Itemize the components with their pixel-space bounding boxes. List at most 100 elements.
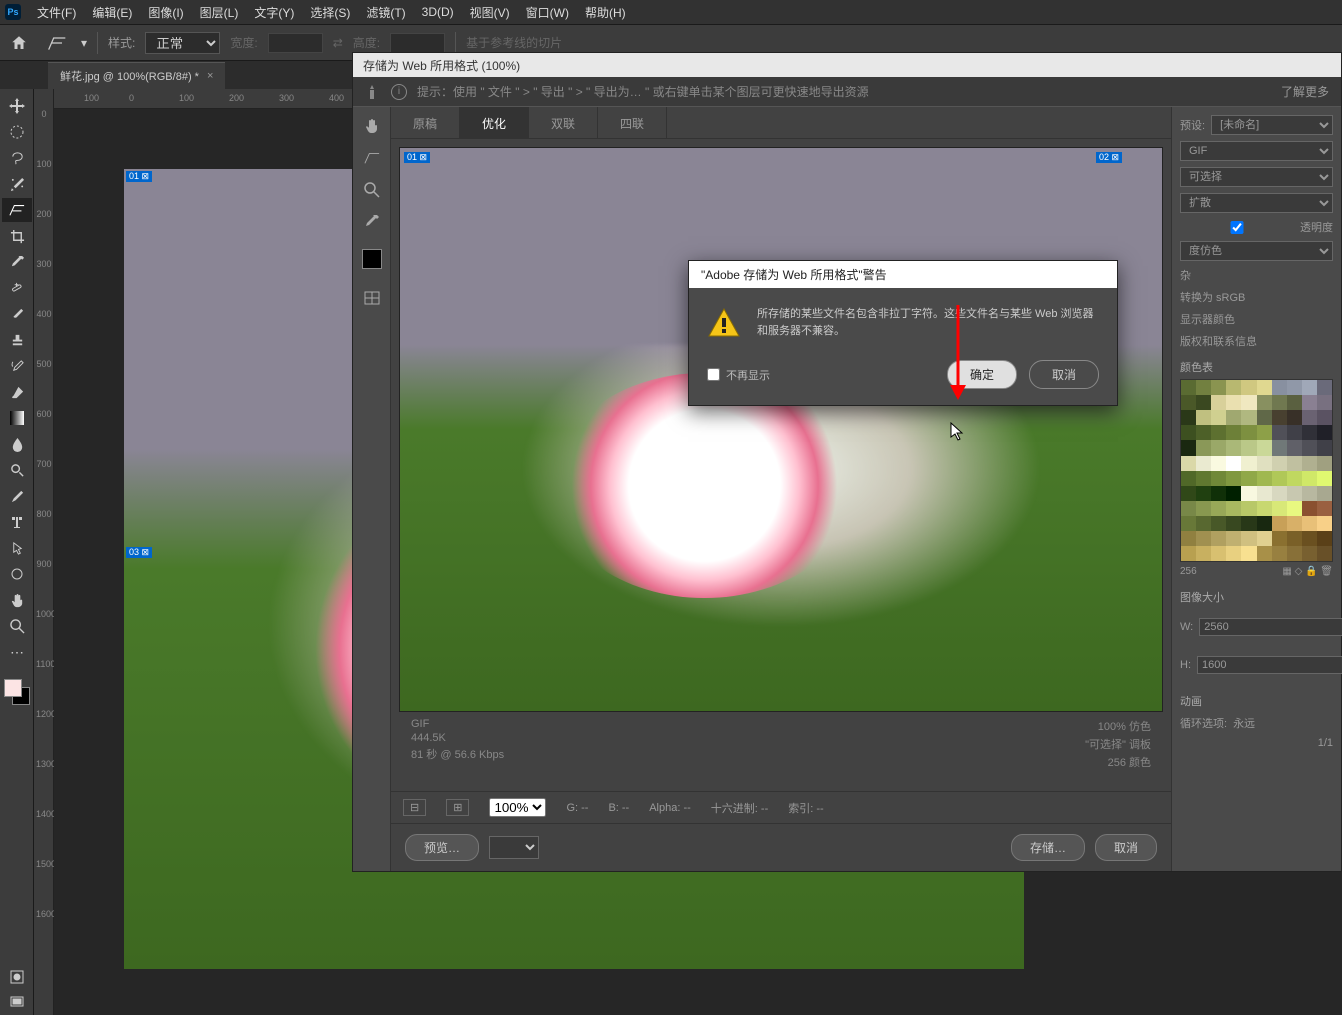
color-swatch-cell[interactable]	[1226, 410, 1241, 425]
sfw-preview-area[interactable]: 01 ⊠ 02 ⊠ GIF 444.5K 81 秒 @ 56.6 Kbps 10…	[391, 139, 1171, 791]
color-swatch-cell[interactable]	[1241, 546, 1256, 561]
color-swatch-cell[interactable]	[1317, 395, 1332, 410]
format-select[interactable]: GIF	[1180, 141, 1333, 161]
color-swatch-cell[interactable]	[1196, 410, 1211, 425]
color-swatch-cell[interactable]	[1272, 440, 1287, 455]
color-swatch-cell[interactable]	[1181, 546, 1196, 561]
sfw-browser-select[interactable]	[489, 836, 539, 859]
color-swatch-cell[interactable]	[1272, 471, 1287, 486]
color-swatch-cell[interactable]	[1272, 531, 1287, 546]
color-swatch-cell[interactable]	[1257, 486, 1272, 501]
color-swatch-cell[interactable]	[1302, 546, 1317, 561]
sfw-slice-marker[interactable]: 02 ⊠	[1096, 152, 1122, 163]
zoom-tool[interactable]	[2, 614, 32, 638]
color-swatch-cell[interactable]	[1287, 410, 1302, 425]
sfw-slice-visibility[interactable]	[359, 285, 385, 311]
style-select[interactable]: 正常	[145, 32, 220, 54]
color-swatch-cell[interactable]	[1241, 440, 1256, 455]
color-swatch-cell[interactable]	[1211, 440, 1226, 455]
sfw-eyedropper-color[interactable]	[362, 249, 382, 269]
hand-tool[interactable]	[2, 588, 32, 612]
stamp-tool[interactable]	[2, 328, 32, 352]
color-swatch-cell[interactable]	[1211, 456, 1226, 471]
eraser-tool[interactable]	[2, 380, 32, 404]
color-swatch-cell[interactable]	[1181, 471, 1196, 486]
color-swatch-cell[interactable]	[1302, 425, 1317, 440]
color-swatch-cell[interactable]	[1181, 501, 1196, 516]
document-tab[interactable]: 鲜花.jpg @ 100%(RGB/8#) * ×	[48, 62, 225, 89]
color-swatch-cell[interactable]	[1226, 425, 1241, 440]
gradient-tool[interactable]	[2, 406, 32, 430]
color-swatch-cell[interactable]	[1302, 456, 1317, 471]
color-swatch-cell[interactable]	[1257, 395, 1272, 410]
color-swatch-cell[interactable]	[1211, 501, 1226, 516]
color-swatch-cell[interactable]	[1287, 425, 1302, 440]
sfw-slice-select-tool[interactable]	[359, 145, 385, 171]
color-swatch-cell[interactable]	[1226, 546, 1241, 561]
color-table-grid[interactable]	[1180, 379, 1333, 562]
color-swatch-cell[interactable]	[1287, 486, 1302, 501]
color-swatch-cell[interactable]	[1272, 546, 1287, 561]
color-swatch-cell[interactable]	[1272, 456, 1287, 471]
color-swatch-cell[interactable]	[1211, 546, 1226, 561]
color-swatch-cell[interactable]	[1257, 531, 1272, 546]
color-swatch-cell[interactable]	[1287, 546, 1302, 561]
color-swatches[interactable]	[0, 675, 33, 709]
color-swatch-cell[interactable]	[1241, 501, 1256, 516]
color-swatch-cell[interactable]	[1257, 440, 1272, 455]
lasso-tool[interactable]	[2, 146, 32, 170]
color-swatch-cell[interactable]	[1287, 456, 1302, 471]
menu-select[interactable]: 选择(S)	[302, 4, 358, 21]
current-tool-icon[interactable]	[43, 29, 71, 57]
menu-layer[interactable]: 图层(L)	[192, 4, 247, 21]
color-swatch-cell[interactable]	[1181, 516, 1196, 531]
color-swatch-cell[interactable]	[1302, 531, 1317, 546]
color-swatch-cell[interactable]	[1181, 531, 1196, 546]
color-swatch-cell[interactable]	[1196, 501, 1211, 516]
sfw-cancel-button[interactable]: 取消	[1095, 834, 1157, 861]
color-swatch-cell[interactable]	[1272, 516, 1287, 531]
slice-marker[interactable]: 03 ⊠	[126, 547, 152, 558]
foreground-color[interactable]	[4, 679, 22, 697]
healing-brush-tool[interactable]	[2, 276, 32, 300]
menu-type[interactable]: 文字(Y)	[246, 4, 302, 21]
history-brush-tool[interactable]	[2, 354, 32, 378]
color-swatch-cell[interactable]	[1181, 395, 1196, 410]
color-swatch-cell[interactable]	[1287, 516, 1302, 531]
sfw-tab-original[interactable]: 原稿	[391, 107, 460, 138]
color-swatch-cell[interactable]	[1257, 516, 1272, 531]
color-swatch-cell[interactable]	[1317, 471, 1332, 486]
color-swatch-cell[interactable]	[1181, 425, 1196, 440]
slice-tool[interactable]	[2, 198, 32, 222]
color-swatch-cell[interactable]	[1181, 410, 1196, 425]
color-swatch-cell[interactable]	[1241, 486, 1256, 501]
menu-edit[interactable]: 编辑(E)	[84, 4, 140, 21]
sfw-save-button[interactable]: 存储…	[1011, 834, 1085, 861]
matte-select[interactable]: 度仿色	[1180, 241, 1333, 261]
color-swatch-cell[interactable]	[1226, 471, 1241, 486]
move-tool[interactable]	[2, 94, 32, 118]
sfw-nav-next[interactable]: ⊞	[446, 799, 469, 816]
color-swatch-cell[interactable]	[1226, 501, 1241, 516]
color-swatch-cell[interactable]	[1287, 380, 1302, 395]
color-swatch-cell[interactable]	[1196, 546, 1211, 561]
color-swatch-cell[interactable]	[1317, 440, 1332, 455]
color-swatch-cell[interactable]	[1257, 501, 1272, 516]
color-swatch-cell[interactable]	[1241, 516, 1256, 531]
color-swatch-cell[interactable]	[1257, 546, 1272, 561]
menu-filter[interactable]: 滤镜(T)	[358, 4, 413, 21]
color-swatch-cell[interactable]	[1241, 395, 1256, 410]
sfw-slice-marker[interactable]: 01 ⊠	[404, 152, 430, 163]
color-swatch-cell[interactable]	[1272, 501, 1287, 516]
color-swatch-cell[interactable]	[1211, 395, 1226, 410]
color-swatch-cell[interactable]	[1287, 471, 1302, 486]
dither-select[interactable]: 扩散	[1180, 193, 1333, 213]
color-swatch-cell[interactable]	[1287, 395, 1302, 410]
color-swatch-cell[interactable]	[1302, 501, 1317, 516]
sfw-hand-tool[interactable]	[359, 113, 385, 139]
type-tool[interactable]	[2, 510, 32, 534]
eyedropper-tool[interactable]	[2, 250, 32, 274]
color-swatch-cell[interactable]	[1257, 410, 1272, 425]
warning-titlebar[interactable]: "Adobe 存储为 Web 所用格式"警告	[689, 261, 1117, 288]
color-swatch-cell[interactable]	[1317, 516, 1332, 531]
